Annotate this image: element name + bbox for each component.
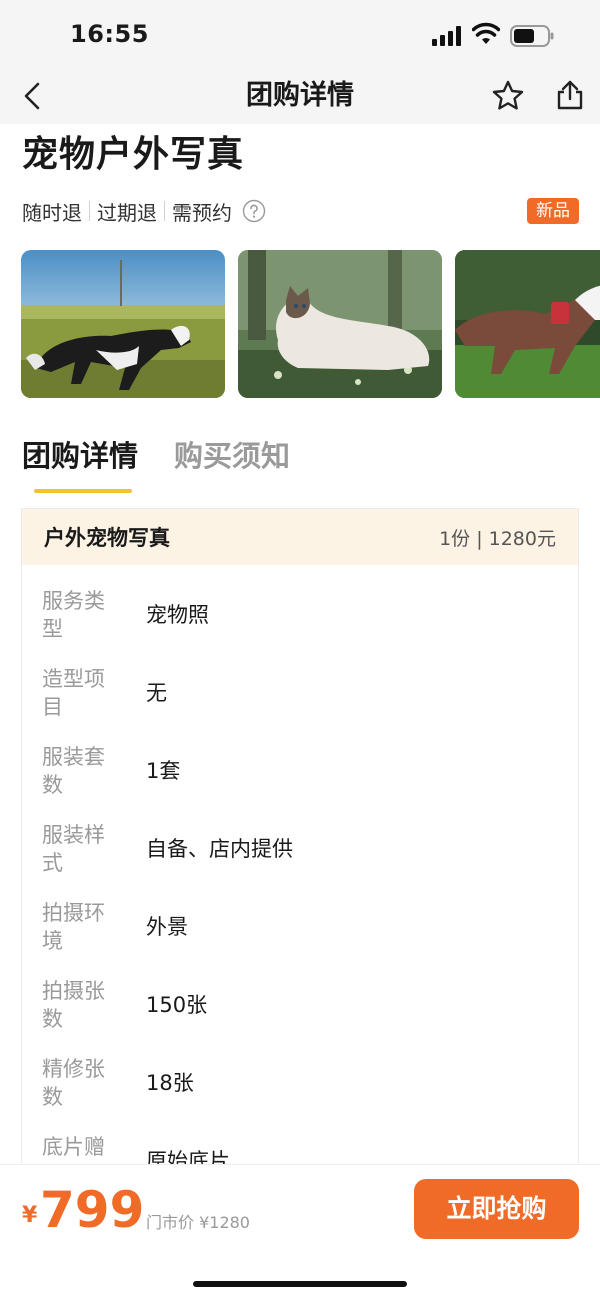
detail-label: 拍摄环境 bbox=[42, 901, 105, 953]
package-quantity-price: 1份 | 1280元 bbox=[439, 527, 556, 550]
detail-label: 拍摄张数 bbox=[42, 979, 105, 1031]
currency-symbol: ¥ bbox=[22, 1203, 38, 1228]
home-indicator[interactable] bbox=[193, 1281, 407, 1287]
detail-value: 无 bbox=[146, 681, 167, 705]
battery-icon bbox=[510, 25, 554, 47]
tag-divider bbox=[89, 201, 90, 221]
nav-bar: 团购详情 bbox=[0, 68, 600, 124]
detail-row: 拍摄环境 外景 bbox=[22, 899, 578, 977]
detail-value: 自备、店内提供 bbox=[146, 837, 293, 861]
detail-value: 外景 bbox=[146, 915, 188, 939]
package-card: 户外宠物写真 1份 | 1280元 服务类型 宠物照 造型项目 无 服装套数 1… bbox=[21, 508, 579, 1208]
detail-value: 18张 bbox=[146, 1071, 194, 1095]
detail-row: 拍摄张数 150张 bbox=[22, 977, 578, 1055]
detail-label: 精修张数 bbox=[42, 1057, 105, 1109]
tag-divider bbox=[164, 201, 165, 221]
purchase-bar: ¥ 799 门市价 ¥1280 立即抢购 bbox=[0, 1164, 600, 1298]
tag-anytime-refund: 随时退 bbox=[22, 200, 82, 225]
active-tab-indicator bbox=[34, 489, 132, 493]
photo-collie-harness[interactable] bbox=[455, 250, 600, 398]
share-icon[interactable] bbox=[550, 74, 590, 114]
status-bar: 16:55 bbox=[0, 0, 600, 68]
package-details: 服务类型 宠物照 造型项目 无 服装套数 1套 服装样式 自备、店内提供 拍摄环… bbox=[22, 565, 578, 1211]
refund-tags: 随时退 过期退 需预约 bbox=[22, 196, 266, 226]
detail-label: 服务类型 bbox=[42, 589, 105, 641]
cellular-signal-icon bbox=[432, 26, 461, 46]
wifi-icon bbox=[472, 22, 500, 44]
photo-border-collie[interactable] bbox=[21, 250, 225, 398]
photo-gallery[interactable] bbox=[21, 250, 600, 398]
new-product-badge: 新品 bbox=[527, 198, 579, 224]
buy-now-button[interactable]: 立即抢购 bbox=[414, 1179, 579, 1239]
detail-row: 造型项目 无 bbox=[22, 665, 578, 743]
deal-price: 799 bbox=[40, 1181, 145, 1239]
tab-group-details[interactable]: 团购详情 bbox=[22, 434, 138, 478]
tab-purchase-notes[interactable]: 购买须知 bbox=[174, 434, 290, 478]
detail-row: 服务类型 宠物照 bbox=[22, 587, 578, 665]
status-time: 16:55 bbox=[70, 20, 149, 48]
detail-row: 服装套数 1套 bbox=[22, 743, 578, 821]
detail-label: 服装样式 bbox=[42, 823, 105, 875]
product-title: 宠物户外写真 bbox=[22, 134, 245, 175]
tag-expired-refund: 过期退 bbox=[97, 200, 157, 225]
detail-row: 服装样式 自备、店内提供 bbox=[22, 821, 578, 899]
detail-value: 1套 bbox=[146, 759, 181, 783]
detail-value: 宠物照 bbox=[146, 603, 209, 627]
detail-value: 150张 bbox=[146, 993, 208, 1017]
tag-reservation: 需预约 bbox=[172, 200, 232, 225]
detail-row: 精修张数 18张 bbox=[22, 1055, 578, 1133]
photo-ragdoll-cat[interactable] bbox=[238, 250, 442, 398]
market-price: 门市价 ¥1280 bbox=[146, 1213, 250, 1232]
package-name: 户外宠物写真 bbox=[44, 526, 170, 550]
detail-label: 服装套数 bbox=[42, 745, 105, 797]
detail-label: 造型项目 bbox=[42, 667, 105, 719]
star-icon[interactable] bbox=[488, 76, 528, 116]
package-header: 户外宠物写真 1份 | 1280元 bbox=[22, 509, 578, 565]
question-circle-icon[interactable] bbox=[242, 199, 266, 223]
